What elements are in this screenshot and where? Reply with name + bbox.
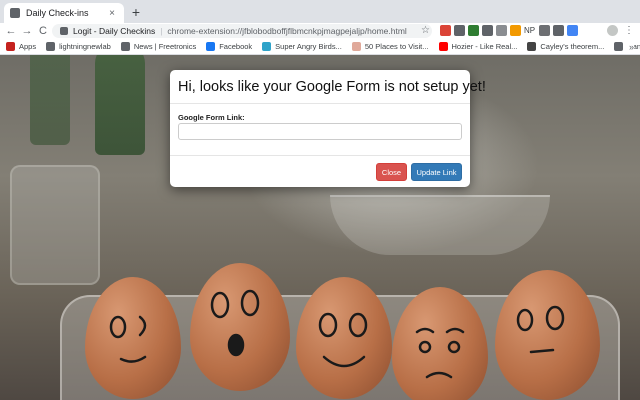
bookmark-item[interactable]: Apps xyxy=(6,42,36,51)
tab-daily-checkins[interactable]: Daily Check-ins × xyxy=(4,3,124,23)
bookmark-favicon-icon xyxy=(438,42,448,51)
forward-arrow-icon[interactable]: → xyxy=(20,23,34,39)
bookmark-label: Hozier - Like Real... xyxy=(451,42,518,51)
address-separator: | xyxy=(160,26,163,36)
back-arrow-icon[interactable]: ← xyxy=(4,23,18,39)
bookmark-label: lightningnewlab xyxy=(59,42,111,51)
google-form-link-label: Google Form Link: xyxy=(178,113,245,122)
extension-icon[interactable] xyxy=(510,25,521,36)
bookmark-label: News | Freetronics xyxy=(133,42,197,51)
egg-face xyxy=(392,287,488,400)
extension-icon[interactable]: NP xyxy=(524,25,535,36)
bookmark-label: Facebook xyxy=(219,42,253,51)
bookmark-item[interactable]: Facebook xyxy=(206,42,252,51)
bookmark-item[interactable]: News | Freetronics xyxy=(120,42,197,51)
tab-strip: Daily Check-ins × + xyxy=(0,0,640,23)
address-site-name: Logit - Daily Checkins xyxy=(73,26,156,36)
extension-icon[interactable] xyxy=(539,25,550,36)
setup-modal: Hi, looks like your Google Form is not s… xyxy=(170,70,486,187)
extension-icon[interactable] xyxy=(553,25,564,36)
bookmark-favicon-icon xyxy=(527,42,537,51)
extension-icon[interactable] xyxy=(496,25,507,36)
bookmark-item[interactable]: lightningnewlab xyxy=(46,42,111,51)
browser-toolbar: ← → C Logit - Daily Checkins | chrome-ex… xyxy=(0,23,640,39)
google-form-link-input[interactable] xyxy=(178,123,462,140)
reload-icon[interactable]: C xyxy=(36,23,50,39)
extension-icon[interactable] xyxy=(440,25,451,36)
tab-close-icon[interactable]: × xyxy=(106,8,118,19)
egg-face xyxy=(296,277,392,399)
modal-header-divider xyxy=(170,103,470,104)
egg-face xyxy=(85,277,181,399)
address-url: chrome-extension://jfblobodboffjflbmcnkp… xyxy=(167,26,407,36)
modal-title: Hi, looks like your Google Form is not s… xyxy=(178,79,486,95)
bookmark-favicon-icon xyxy=(614,42,624,51)
bookmark-label: Cayley's theorem... xyxy=(540,42,605,51)
bookmark-label: 50 Places to Visit... xyxy=(364,42,429,51)
bookmarks-bar: Apps lightningnewlab News | Freetronics Fac… xyxy=(0,39,640,55)
tab-title: Daily Check-ins xyxy=(26,8,89,18)
close-button[interactable]: Close xyxy=(376,163,407,181)
bookmark-favicon-icon xyxy=(46,42,56,51)
profile-avatar-icon[interactable] xyxy=(607,25,618,36)
background-bottle xyxy=(30,55,70,145)
new-tab-button[interactable]: + xyxy=(129,4,143,20)
address-bar[interactable]: Logit - Daily Checkins | chrome-extensio… xyxy=(52,24,432,38)
bookmark-item[interactable]: 50 Places to Visit... xyxy=(351,42,429,51)
bookmarks-overflow-icon[interactable]: » xyxy=(625,39,634,54)
bookmark-item[interactable]: Hozier - Like Real... xyxy=(438,42,518,51)
tab-favicon-icon xyxy=(10,8,20,18)
background-bowl xyxy=(330,195,550,255)
bookmark-label: Super Angry Birds... xyxy=(275,42,342,51)
bookmark-favicon-icon xyxy=(262,42,272,51)
extension-icon[interactable] xyxy=(482,25,493,36)
bookmark-item[interactable]: Cayley's theorem... xyxy=(527,42,604,51)
egg-face xyxy=(190,263,290,391)
bookmark-favicon-icon xyxy=(206,42,216,51)
extension-icon[interactable] xyxy=(567,25,578,36)
background-bottle xyxy=(95,55,145,155)
extension-icon[interactable] xyxy=(468,25,479,36)
bookmark-favicon-icon xyxy=(351,42,361,51)
chrome-menu-icon[interactable]: ⋮ xyxy=(624,23,634,39)
egg-face xyxy=(495,270,600,400)
extension-page-icon xyxy=(60,27,68,35)
modal-footer-divider xyxy=(170,155,470,156)
extension-icon[interactable] xyxy=(454,25,465,36)
background-jar xyxy=(10,165,100,285)
bookmark-star-icon[interactable]: ☆ xyxy=(421,24,430,38)
bookmark-label: Apps xyxy=(19,42,37,51)
bookmark-item[interactable]: Super Angry Birds... xyxy=(262,42,342,51)
bookmark-favicon-icon xyxy=(6,42,15,51)
bookmark-favicon-icon xyxy=(120,42,130,51)
update-link-button[interactable]: Update Link xyxy=(411,163,462,181)
